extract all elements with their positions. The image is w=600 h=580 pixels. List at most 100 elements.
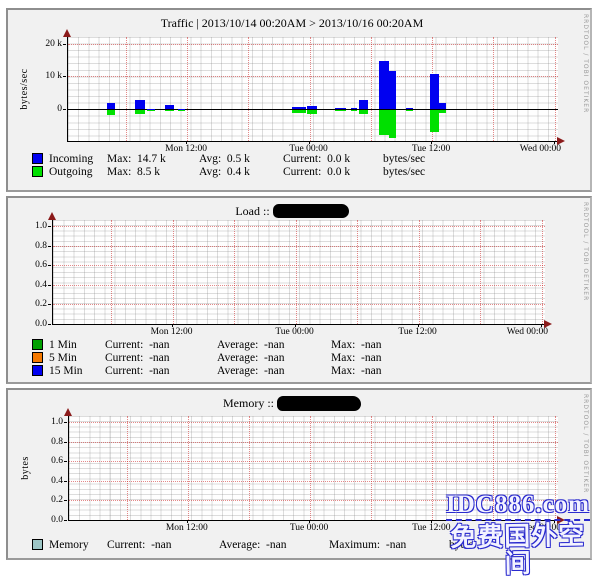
- x-tick-label: Mon 12:00: [151, 327, 193, 337]
- incoming-bar: [135, 100, 144, 109]
- y-tick-mark: [63, 44, 66, 45]
- x-axis-arrow: [557, 137, 565, 145]
- major-grid-line: [188, 416, 189, 520]
- y-tick-mark: [64, 422, 67, 423]
- y-axis-arrow: [64, 408, 72, 416]
- load-graph-title: Load ::: [8, 203, 576, 219]
- incoming-bar: [335, 108, 345, 109]
- legend-row: IncomingMax: 14.7 kAvg: 0.5 kCurrent: 0.…: [32, 152, 425, 165]
- major-grid-line: [310, 416, 311, 520]
- major-grid-line: [173, 220, 174, 324]
- legend-stat: Average: -nan: [219, 539, 329, 551]
- y-tick-label: 0.8: [28, 437, 63, 447]
- major-grid-line: [234, 220, 235, 324]
- legend-stat: Max: 8.5 k: [107, 166, 199, 178]
- y-axis-arrow: [48, 212, 56, 220]
- y-tick-label: 1.0: [12, 221, 47, 231]
- y-tick-mark: [63, 76, 66, 77]
- redacted-hostname: [277, 396, 361, 411]
- y-tick-mark: [64, 520, 67, 521]
- y-axis-arrow: [63, 29, 71, 37]
- legend-series-name: Incoming: [49, 153, 107, 165]
- incoming-bar: [389, 71, 396, 109]
- memory-title-text: Memory ::: [223, 396, 274, 411]
- major-grid-line: [493, 37, 494, 141]
- x-tick-label: Wed 00:00: [520, 144, 561, 154]
- y-tick-mark: [64, 500, 67, 501]
- x-tick-mark: [172, 324, 173, 327]
- traffic-legend: IncomingMax: 14.7 kAvg: 0.5 kCurrent: 0.…: [32, 152, 425, 178]
- incoming-bar: [439, 103, 446, 110]
- legend-swatch-15-min: [32, 365, 43, 376]
- legend-series-name: Memory: [49, 539, 107, 551]
- major-grid-line: [432, 416, 433, 520]
- legend-swatch-memory: [32, 539, 43, 550]
- y-tick-label: 0.4: [12, 280, 47, 290]
- y-tick-mark: [48, 265, 51, 266]
- major-grid-line: [296, 220, 297, 324]
- load-legend: 1 MinCurrent: -nanAverage: -nanMax: -nan…: [32, 338, 423, 377]
- outgoing-bar: [406, 110, 413, 111]
- legend-series-name: 1 Min: [49, 339, 105, 351]
- incoming-bar: [165, 105, 174, 109]
- legend-stat: Current: -nan: [105, 365, 217, 377]
- y-tick-mark: [48, 226, 51, 227]
- y-tick-label: 0.2: [12, 299, 47, 309]
- legend-series-name: Outgoing: [49, 166, 107, 178]
- legend-stat: Current: 0.0 k: [283, 153, 383, 165]
- y-tick-label: 0: [27, 104, 62, 114]
- legend-stat: Current: -nan: [105, 352, 217, 364]
- y-tick-label: 0.6: [12, 260, 47, 270]
- major-grid-line: [371, 37, 372, 141]
- watermark-caption: 免费国外空间: [438, 522, 599, 579]
- x-tick-mark: [187, 520, 188, 523]
- outgoing-bar: [430, 110, 438, 132]
- x-tick-mark: [295, 324, 296, 327]
- outgoing-bar: [379, 110, 388, 135]
- outgoing-bar: [359, 110, 368, 114]
- legend-row: 15 MinCurrent: -nanAverage: -nanMax: -na…: [32, 364, 423, 377]
- major-grid-line: [542, 220, 543, 324]
- legend-stat: Avg: 0.5 k: [199, 153, 283, 165]
- y-tick-mark: [64, 481, 67, 482]
- y-axis-label: bytes: [20, 456, 31, 480]
- major-grid-line: [419, 220, 420, 324]
- legend-stat: Max: 14.7 k: [107, 153, 199, 165]
- legend-unit: bytes/sec: [383, 166, 425, 178]
- incoming-bar: [359, 100, 368, 109]
- incoming-bar: [430, 74, 438, 109]
- legend-stat: Maximum: -nan: [329, 539, 449, 551]
- y-tick-mark: [63, 109, 66, 110]
- legend-swatch-5-min: [32, 352, 43, 363]
- y-tick-label: 0.4: [28, 476, 63, 486]
- load-title-text: Load ::: [235, 204, 269, 219]
- major-grid-line: [53, 285, 545, 286]
- y-tick-label: 0.8: [12, 241, 47, 251]
- x-tick-mark: [186, 141, 187, 144]
- y-tick-label: 0.6: [28, 456, 63, 466]
- outgoing-bar: [165, 110, 174, 111]
- outgoing-bar: [351, 110, 357, 111]
- major-grid-line: [555, 37, 556, 141]
- outgoing-bar: [389, 110, 396, 138]
- major-grid-line: [53, 265, 545, 266]
- major-grid-line: [127, 416, 128, 520]
- incoming-bar: [379, 61, 388, 109]
- x-tick-label: Tue 12:00: [398, 327, 436, 337]
- major-grid-line: [126, 37, 127, 141]
- legend-series-name: 5 Min: [49, 352, 105, 364]
- major-grid-line: [69, 461, 558, 462]
- legend-swatch-incoming: [32, 153, 43, 164]
- traffic-plot-area: 010 k20 kMon 12:00Tue 00:00Tue 12:00Wed …: [67, 37, 557, 141]
- major-grid-line: [187, 37, 188, 141]
- outgoing-bar: [292, 110, 306, 113]
- x-axis-arrow: [544, 320, 552, 328]
- legend-stat: Average: -nan: [217, 352, 331, 364]
- watermark-site-link[interactable]: IDC886.com: [446, 492, 590, 521]
- incoming-bar: [292, 107, 306, 109]
- legend-stat: Average: -nan: [217, 339, 331, 351]
- incoming-bar: [351, 108, 357, 109]
- major-grid-line: [53, 226, 545, 227]
- legend-stat: Average: -nan: [217, 365, 331, 377]
- incoming-bar: [307, 106, 317, 110]
